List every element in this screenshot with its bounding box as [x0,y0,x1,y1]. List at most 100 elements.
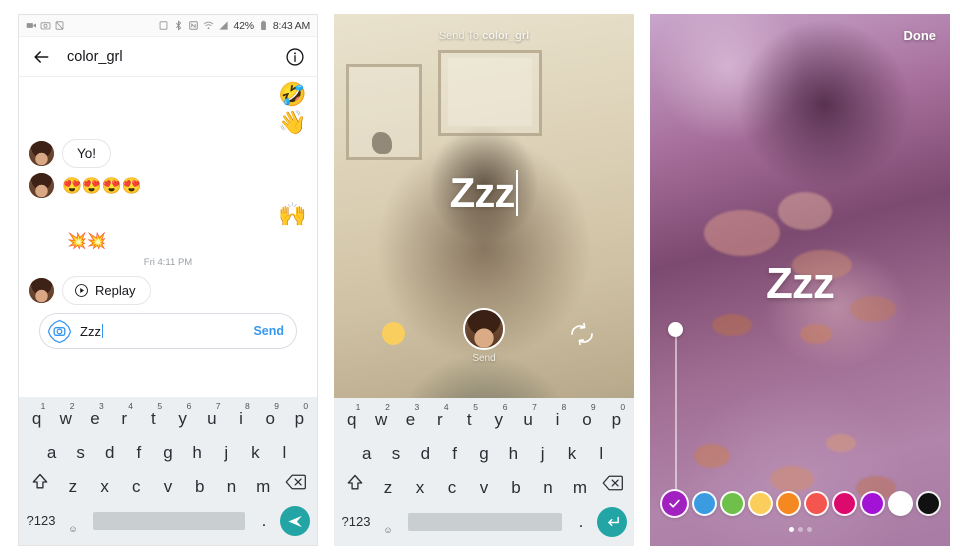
key-y[interactable]: 6y [484,403,513,437]
color-swatch-black[interactable] [915,491,941,516]
key-f[interactable]: f [440,437,469,471]
key-g[interactable]: g [153,436,182,470]
key-y[interactable]: 6y [168,402,197,436]
key-t[interactable]: 5t [455,403,484,437]
key-q[interactable]: 1q [337,403,366,437]
message-bubble: Yo! [62,139,112,168]
panel-photo-draw-editor: Done Zzz [650,14,950,546]
key-j[interactable]: j [528,437,557,471]
key-d[interactable]: d [95,436,124,470]
key-a[interactable]: a [352,437,381,471]
key-h[interactable]: h [183,436,212,470]
slider-handle[interactable] [668,322,683,337]
symbols-key[interactable]: ?123 [338,505,374,539]
key-k[interactable]: k [241,436,270,470]
done-button[interactable]: Done [904,28,937,43]
period-key[interactable]: . [568,505,594,539]
key-s[interactable]: s [66,436,95,470]
send-to-recipient-button[interactable]: Send [463,308,505,364]
key-g[interactable]: g [469,437,498,471]
color-swatch-yellow[interactable] [747,491,773,516]
keyboard-enter-key[interactable] [594,507,630,537]
key-e[interactable]: 3e [80,402,109,436]
key-w[interactable]: 2w [51,402,80,436]
backspace-key[interactable] [279,470,313,504]
key-k[interactable]: k [557,437,586,471]
key-p[interactable]: 0p [602,403,631,437]
space-key[interactable] [93,512,245,530]
key-b[interactable]: b [500,471,532,505]
space-key[interactable] [408,513,562,531]
key-b[interactable]: b [184,470,216,504]
key-t[interactable]: 5t [139,402,168,436]
photo-text-overlay[interactable]: Zzz [334,169,634,217]
key-w[interactable]: 2w [366,403,395,437]
shift-key[interactable] [23,470,57,504]
shift-key[interactable] [338,471,372,505]
key-l[interactable]: l [270,436,299,470]
key-m[interactable]: m [564,471,596,505]
color-palette[interactable] [650,489,950,518]
symbols-key[interactable]: ?123 [23,504,59,538]
camera-icon[interactable] [46,318,72,344]
key-e[interactable]: 3e [396,403,425,437]
key-n[interactable]: n [216,470,248,504]
color-swatch-green[interactable] [719,491,745,516]
key-c[interactable]: c [120,470,152,504]
replay-message-row: Replay [29,276,307,305]
key-u[interactable]: 7u [513,403,542,437]
key-p[interactable]: 0p [285,402,314,436]
color-swatch-purple[interactable] [659,489,689,518]
key-z[interactable]: z [57,470,89,504]
brush-size-slider[interactable] [668,322,684,504]
info-icon[interactable] [285,47,305,67]
message-input[interactable]: Zzz [80,324,253,339]
key-v[interactable]: v [152,470,184,504]
replay-button[interactable]: Replay [62,276,152,305]
key-h[interactable]: h [499,437,528,471]
key-o[interactable]: 9o [256,402,285,436]
send-button[interactable]: Send [253,324,284,338]
color-swatch-blue[interactable] [691,491,717,516]
key-s[interactable]: s [381,437,410,471]
color-swatch-red[interactable] [803,491,829,516]
key-m[interactable]: m [247,470,279,504]
key-r[interactable]: 4r [110,402,139,436]
color-swatch-button[interactable] [382,322,405,345]
back-arrow-icon[interactable] [31,47,51,67]
key-d[interactable]: d [411,437,440,471]
key-number-hint: 2 [385,402,390,412]
period-key[interactable]: . [251,504,277,538]
key-x[interactable]: x [89,470,121,504]
color-swatch-magenta[interactable] [831,491,857,516]
key-c[interactable]: c [436,471,468,505]
page-dot [797,527,803,532]
key-n[interactable]: n [532,471,564,505]
key-number-hint: 7 [532,402,537,412]
text-caret [101,324,104,338]
key-a[interactable]: a [37,436,66,470]
color-swatch-orange[interactable] [775,491,801,516]
key-i[interactable]: 8i [226,402,255,436]
key-x[interactable]: x [404,471,436,505]
backspace-key[interactable] [596,471,630,505]
message-composer[interactable]: Zzz Send [39,313,297,349]
photo-text-overlay[interactable]: Zzz [650,259,950,309]
key-i[interactable]: 8i [543,403,572,437]
key-j[interactable]: j [212,436,241,470]
key-r[interactable]: 4r [425,403,454,437]
key-f[interactable]: f [124,436,153,470]
color-swatch-white[interactable] [887,491,913,516]
on-screen-keyboard[interactable]: 1q2w3e4r5t6y7u8i9o0p asdfghjkl zxcvbnm ?… [19,397,317,545]
key-l[interactable]: l [587,437,616,471]
key-u[interactable]: 7u [197,402,226,436]
on-screen-keyboard[interactable]: 1q2w3e4r5t6y7u8i9o0p asdfghjkl zxcvbnm ?… [334,398,634,546]
key-o[interactable]: 9o [572,403,601,437]
chat-message-list[interactable]: 🤣 👋 Yo! 😍😍😍😍 🙌 💥💥 Fri 4:11 PM Replay Zzz… [19,77,317,353]
key-q[interactable]: 1q [22,402,51,436]
camera-flip-icon[interactable] [568,322,596,346]
key-z[interactable]: z [372,471,404,505]
key-v[interactable]: v [468,471,500,505]
color-swatch-violet[interactable] [859,491,885,516]
keyboard-send-key[interactable] [277,506,313,536]
